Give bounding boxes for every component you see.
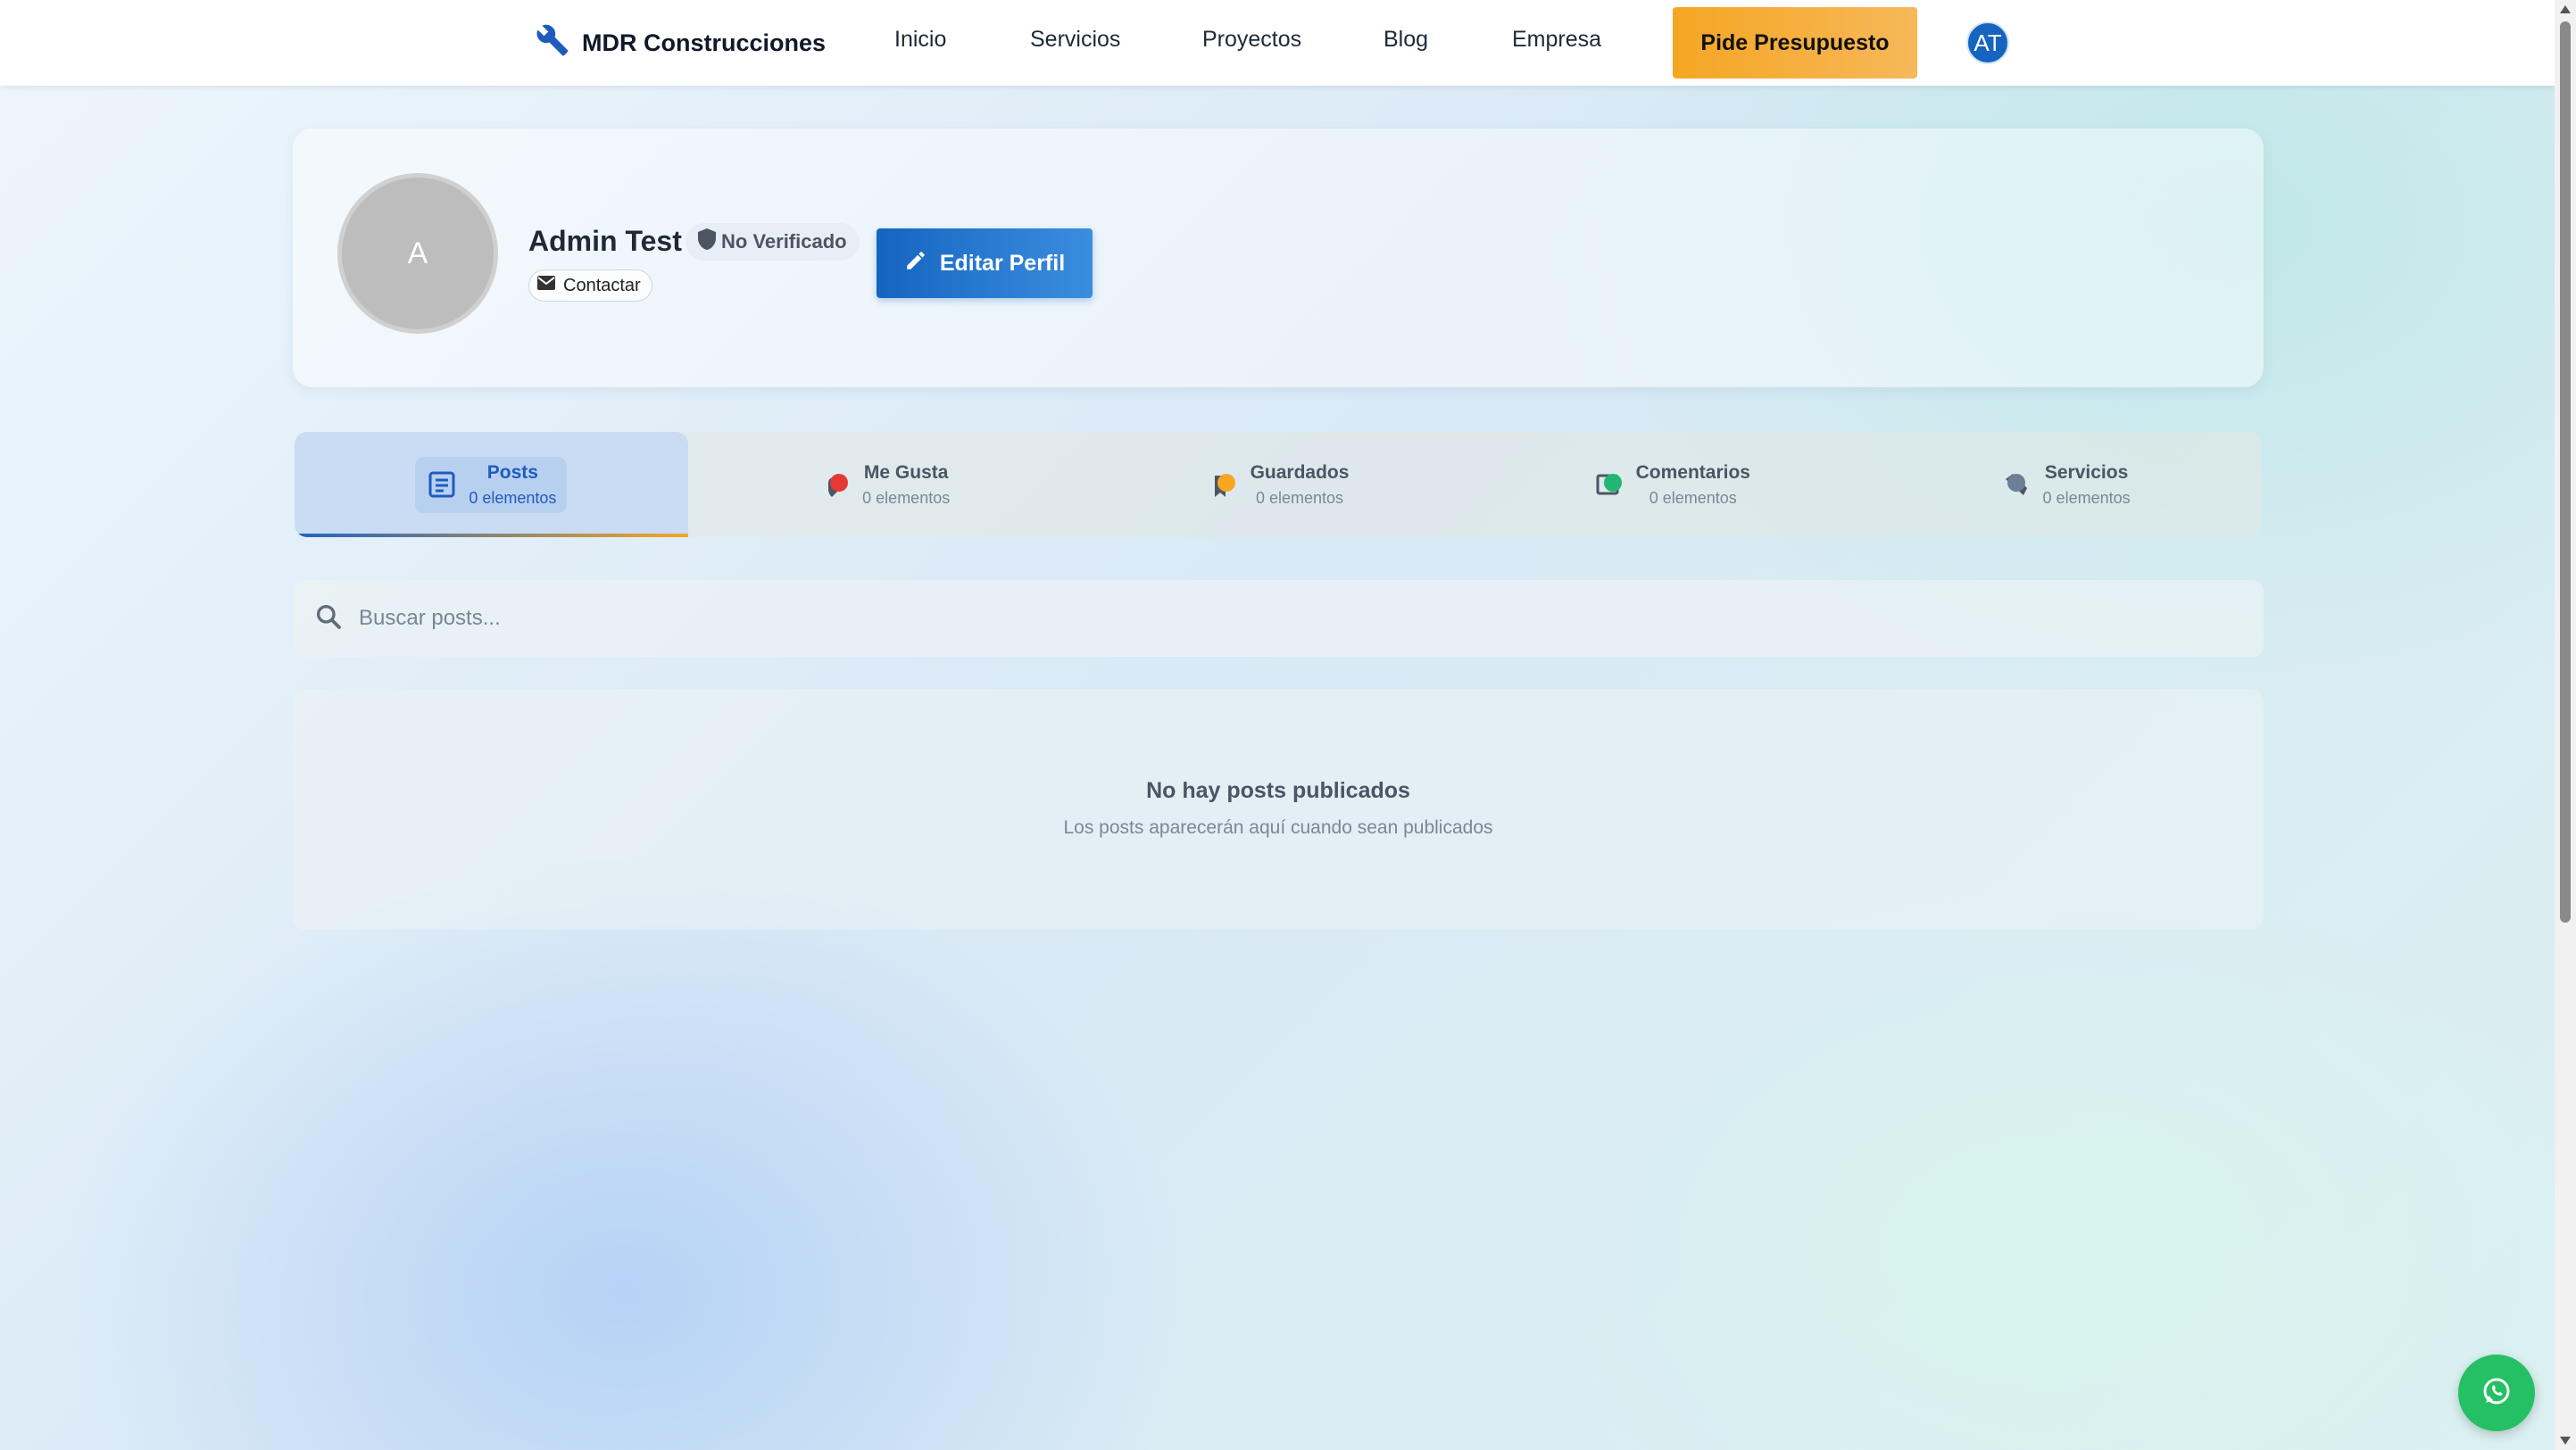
tab-comentarios[interactable]: Comentarios 0 elementos xyxy=(1475,432,1868,537)
tool-icon xyxy=(2000,468,2032,501)
search-bar xyxy=(293,580,2264,657)
profile-tabs: Posts 0 elementos Me Gusta 0 elementos G… xyxy=(295,432,2262,537)
tab-label: Me Gusta xyxy=(863,461,949,483)
tab-count: 0 elementos xyxy=(862,488,951,507)
tab-me-gusta[interactable]: Me Gusta 0 elementos xyxy=(688,432,1082,537)
bookmark-icon xyxy=(1208,468,1240,501)
nav-link-proyectos[interactable]: Proyectos xyxy=(1202,27,1301,53)
whatsapp-icon xyxy=(2479,1373,2514,1413)
pencil-icon xyxy=(904,249,927,278)
tab-label: Servicios xyxy=(2044,461,2129,483)
search-input[interactable] xyxy=(359,606,2233,631)
empty-state-title: No hay posts publicados xyxy=(1146,778,1410,803)
tab-label: Guardados xyxy=(1250,461,1350,483)
nav-link-servicios[interactable]: Servicios xyxy=(1030,27,1120,53)
user-avatar[interactable]: AT xyxy=(1966,21,2009,64)
brand-logo[interactable]: MDR Construcciones xyxy=(536,23,827,63)
empty-state-subtitle: Los posts aparecerán aquí cuando sean pu… xyxy=(1063,817,1493,838)
contact-button[interactable]: Contactar xyxy=(528,269,652,302)
scrollbar-thumb[interactable] xyxy=(2560,21,2571,923)
nav-link-blog[interactable]: Blog xyxy=(1384,27,1428,53)
scroll-down-arrow[interactable] xyxy=(2560,1437,2571,1445)
edit-profile-button[interactable]: Editar Perfil xyxy=(877,228,1093,298)
whatsapp-button[interactable] xyxy=(2458,1355,2535,1431)
contact-label: Contactar xyxy=(563,275,641,295)
empty-state: No hay posts publicados Los posts aparec… xyxy=(293,689,2264,930)
heart-icon xyxy=(819,468,852,501)
comment-icon xyxy=(1593,468,1625,501)
tab-count: 0 elementos xyxy=(1649,488,1737,507)
wrench-icon xyxy=(536,23,569,63)
verification-badge: No Verificado xyxy=(686,223,860,261)
tab-servicios[interactable]: Servicios 0 elementos xyxy=(1868,432,2262,537)
tab-label: Comentarios xyxy=(1635,461,1750,483)
tab-posts[interactable]: Posts 0 elementos xyxy=(295,432,688,537)
request-quote-button[interactable]: Pide Presupuesto xyxy=(1673,7,1917,79)
scroll-up-arrow[interactable] xyxy=(2560,5,2571,13)
edit-profile-label: Editar Perfil xyxy=(939,250,1066,276)
top-navbar: MDR Construcciones Inicio Servicios Proy… xyxy=(0,0,2555,86)
tab-label: Posts xyxy=(486,461,538,483)
tab-count: 0 elementos xyxy=(1255,488,1344,507)
verification-label: No Verificado xyxy=(721,230,847,253)
profile-name: Admin Test xyxy=(528,225,682,257)
mail-icon xyxy=(536,275,556,296)
search-icon xyxy=(314,602,343,635)
profile-avatar: A xyxy=(337,173,498,334)
page-scrollbar[interactable] xyxy=(2555,0,2576,1450)
nav-link-empresa[interactable]: Empresa xyxy=(1512,27,1601,53)
nav-link-inicio[interactable]: Inicio xyxy=(894,27,946,53)
tab-count: 0 elementos xyxy=(469,488,557,507)
tab-guardados[interactable]: Guardados 0 elementos xyxy=(1082,432,1475,537)
profile-card: A Admin Test No Verificado Contactar Edi… xyxy=(293,128,2264,387)
brand-name: MDR Construcciones xyxy=(582,29,827,56)
shield-icon xyxy=(696,228,718,256)
document-icon xyxy=(426,468,458,501)
tab-count: 0 elementos xyxy=(2042,488,2131,507)
